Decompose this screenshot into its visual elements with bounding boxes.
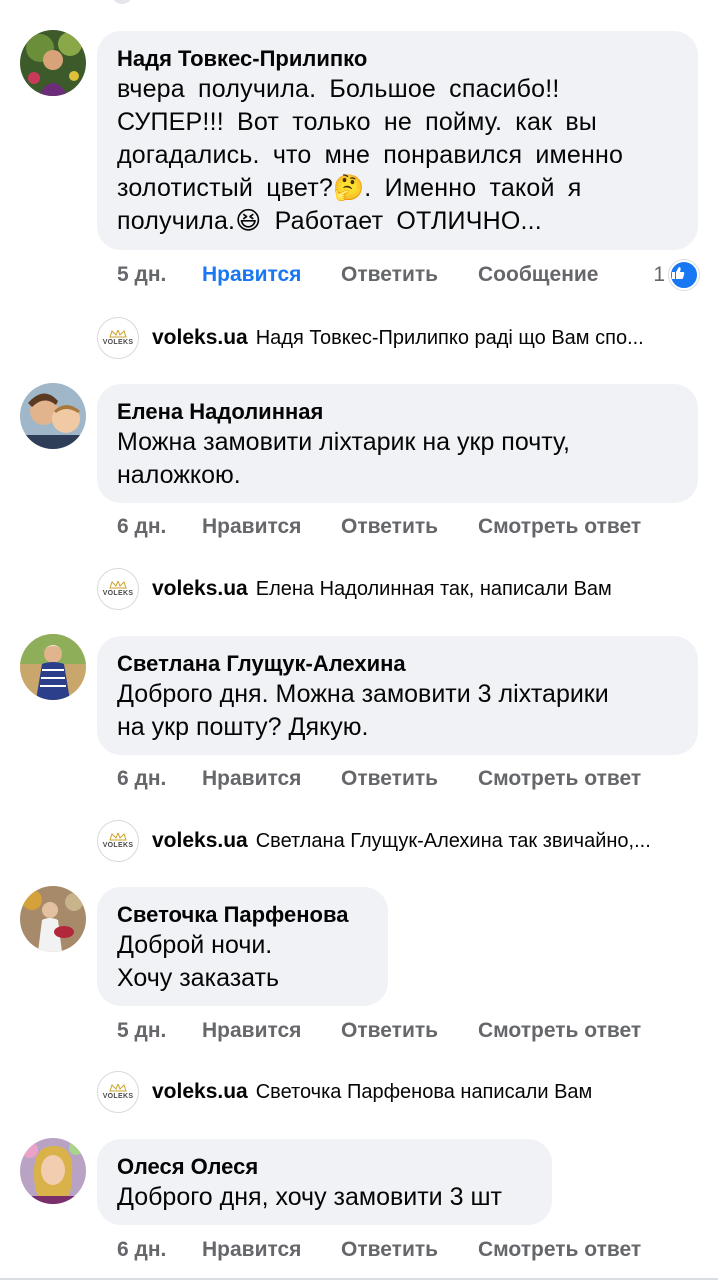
reply-preview[interactable]: VOLEKS voleks.ua Надя Товкес-Прилипко ра…	[97, 317, 644, 359]
reaction-count-number: 1	[653, 263, 665, 286]
avatar[interactable]	[20, 886, 86, 952]
voleks-logo-avatar[interactable]: VOLEKS	[97, 568, 139, 610]
thumbs-up-icon	[669, 260, 699, 290]
comment-time[interactable]: 6 дн.	[117, 1238, 202, 1262]
reply-button[interactable]: Ответить	[341, 263, 478, 287]
comment-actions: 6 дн. Нравится Ответить Смотреть ответ	[117, 1234, 641, 1266]
view-reply-button[interactable]: Смотреть ответ	[478, 767, 641, 791]
logo-text: VOLEKS	[102, 1093, 134, 1100]
reply-text: Надя Товкес-Прилипко раді що Вам спо...	[255, 326, 644, 349]
reply-preview[interactable]: VOLEKS voleks.ua Елена Надолинная так, н…	[97, 568, 612, 610]
reply-text: Светочка Парфенова написали Вам	[255, 1080, 593, 1103]
voleks-logo-avatar[interactable]: VOLEKS	[97, 317, 139, 359]
logo-text: VOLEKS	[102, 842, 134, 849]
reply-author[interactable]: voleks.ua	[152, 577, 248, 601]
like-button[interactable]: Нравится	[202, 767, 341, 791]
comment-time[interactable]: 5 дн.	[117, 1019, 202, 1043]
crown-icon	[109, 1084, 127, 1092]
comment-bubble: Олеся Олеся Доброго дня, хочу замовити 3…	[97, 1139, 552, 1225]
like-button[interactable]: Нравится	[202, 1019, 341, 1043]
comment-bubble: Светочка Парфенова Доброй ночи. Хочу зак…	[97, 887, 388, 1006]
reaction-count[interactable]: 1	[653, 260, 699, 290]
view-reply-button[interactable]: Смотреть ответ	[478, 515, 641, 539]
crown-icon	[109, 330, 127, 338]
view-reply-button[interactable]: Смотреть ответ	[478, 1019, 641, 1043]
comment-author[interactable]: Надя Товкес-Прилипко	[117, 45, 678, 73]
avatar[interactable]	[20, 1138, 86, 1204]
reply-preview[interactable]: VOLEKS voleks.ua Светочка Парфенова напи…	[97, 1071, 593, 1113]
reply-author[interactable]: voleks.ua	[152, 326, 248, 350]
comment-text: Доброй ночи. Хочу заказать	[117, 931, 279, 992]
crown-icon	[109, 833, 127, 841]
comment-actions: 5 дн. Нравится Ответить Сообщение 1	[117, 259, 699, 291]
reply-button[interactable]: Ответить	[341, 767, 478, 791]
avatar[interactable]	[20, 30, 86, 96]
reply-button[interactable]: Ответить	[341, 1238, 478, 1262]
comment-bubble: Светлана Глущук-Алехина Доброго дня. Мож…	[97, 636, 698, 755]
reply-preview[interactable]: VOLEKS voleks.ua Светлана Глущук-Алехина…	[97, 820, 651, 862]
comment-author[interactable]: Олеся Олеся	[117, 1153, 532, 1181]
comment-bubble: Надя Товкес-Прилипко вчера получила. Бол…	[97, 31, 698, 250]
reply-author[interactable]: voleks.ua	[152, 829, 248, 853]
voleks-logo-avatar[interactable]: VOLEKS	[97, 1071, 139, 1113]
comment-bubble: Елена Надолинная Можна замовити ліхтарик…	[97, 384, 698, 503]
crown-icon	[109, 581, 127, 589]
reply-text: Светлана Глущук-Алехина так звичайно,...	[255, 829, 651, 852]
reply-button[interactable]: Ответить	[341, 515, 478, 539]
comment-actions: 5 дн. Нравится Ответить Смотреть ответ	[117, 1015, 641, 1047]
comment-author[interactable]: Светочка Парфенова	[117, 901, 368, 929]
reply-button[interactable]: Ответить	[341, 1019, 478, 1043]
comment-time[interactable]: 5 дн.	[117, 263, 202, 287]
comment-time[interactable]: 6 дн.	[117, 767, 202, 791]
avatar[interactable]	[20, 383, 86, 449]
comment-time[interactable]: 6 дн.	[117, 515, 202, 539]
comment-text: вчера получила. Большое спасибо!! СУПЕР!…	[117, 75, 624, 235]
comment-actions: 6 дн. Нравится Ответить Смотреть ответ	[117, 511, 641, 543]
comment-author[interactable]: Светлана Глущук-Алехина	[117, 650, 678, 678]
previous-comment-edge	[112, 0, 132, 4]
logo-text: VOLEKS	[102, 339, 134, 346]
voleks-logo-avatar[interactable]: VOLEKS	[97, 820, 139, 862]
avatar[interactable]	[20, 634, 86, 700]
comment-text: Доброго дня, хочу замовити 3 шт	[117, 1183, 502, 1211]
like-button[interactable]: Нравится	[202, 515, 341, 539]
view-reply-button[interactable]: Смотреть ответ	[478, 1238, 641, 1262]
like-button[interactable]: Нравится	[202, 263, 341, 287]
logo-text: VOLEKS	[102, 590, 134, 597]
comment-text: Можна замовити ліхтарик на укр почту, на…	[117, 428, 570, 489]
reply-text: Елена Надолинная так, написали Вам	[255, 577, 612, 600]
like-button[interactable]: Нравится	[202, 1238, 341, 1262]
comment-text: Доброго дня. Можна замовити 3 ліхтарики …	[117, 680, 609, 741]
reply-author[interactable]: voleks.ua	[152, 1080, 248, 1104]
comment-actions: 6 дн. Нравится Ответить Смотреть ответ	[117, 763, 641, 795]
comment-author[interactable]: Елена Надолинная	[117, 398, 678, 426]
message-button[interactable]: Сообщение	[478, 263, 598, 287]
